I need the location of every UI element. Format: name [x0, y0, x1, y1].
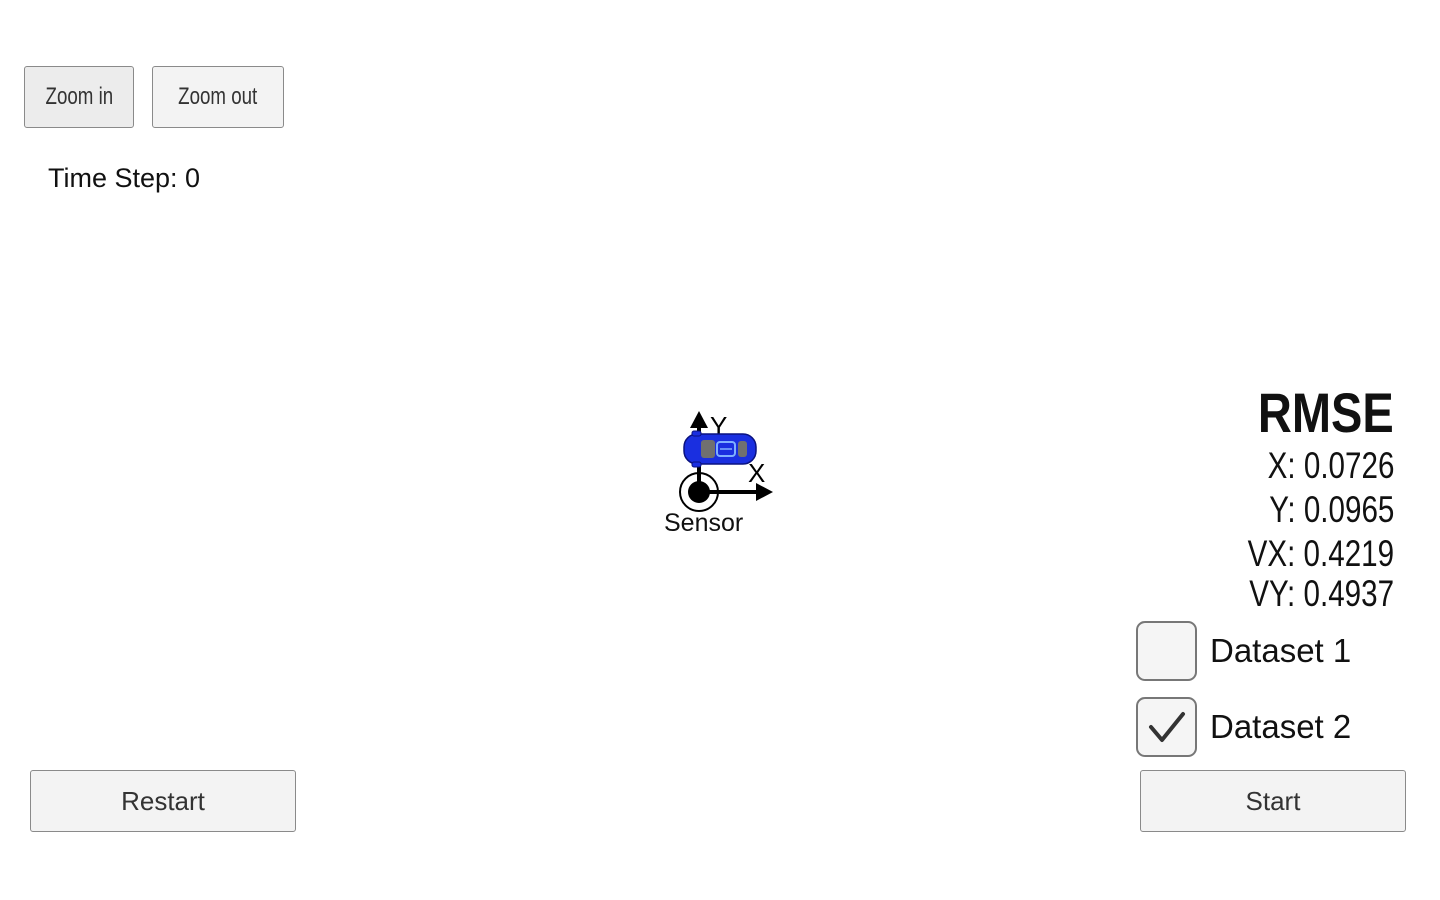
zoom-in-label: Zoom in [45, 83, 113, 110]
rmse-vy-value: VY: 0.4937 [1249, 573, 1394, 614]
dataset-1-label: Dataset 1 [1210, 632, 1352, 669]
dataset-2-checkbox[interactable] [1136, 697, 1197, 757]
car-wheel-rear-left [691, 430, 702, 437]
car-rear-window [701, 440, 715, 458]
dataset-1-checkbox[interactable] [1136, 621, 1197, 681]
start-button[interactable]: Start [1140, 770, 1406, 832]
y-axis-arrowhead [690, 411, 708, 428]
sensor-label: Sensor [664, 509, 744, 537]
checkmark-icon [1148, 712, 1185, 742]
rmse-y-value: Y: 0.0965 [1268, 489, 1394, 530]
dataset-1-option[interactable]: Dataset 1 [1136, 621, 1351, 681]
restart-label: Restart [121, 785, 205, 816]
restart-button[interactable]: Restart [30, 770, 296, 832]
car-wheel-rear-right [691, 461, 702, 468]
rmse-title: RMSE [1258, 381, 1394, 444]
car-icon [683, 430, 757, 468]
rmse-vx-value: VX: 0.4219 [1247, 533, 1394, 574]
sensor-dot [688, 481, 710, 503]
x-axis-label: X [748, 458, 765, 488]
dataset-2-option[interactable]: Dataset 2 [1136, 697, 1351, 757]
car-windshield [738, 441, 747, 457]
start-label: Start [1245, 785, 1301, 816]
time-step-label: Time Step: 0 [48, 163, 201, 193]
dataset-2-label: Dataset 2 [1210, 708, 1352, 745]
zoom-out-button[interactable]: Zoom out [152, 66, 284, 128]
rmse-panel: RMSE X: 0.0726 Y: 0.0965 VX: 0.4219 VY: … [1154, 382, 1394, 616]
zoom-in-button[interactable]: Zoom in [24, 66, 134, 128]
zoom-out-label: Zoom out [178, 83, 258, 110]
rmse-x-value: X: 0.0726 [1267, 445, 1394, 486]
